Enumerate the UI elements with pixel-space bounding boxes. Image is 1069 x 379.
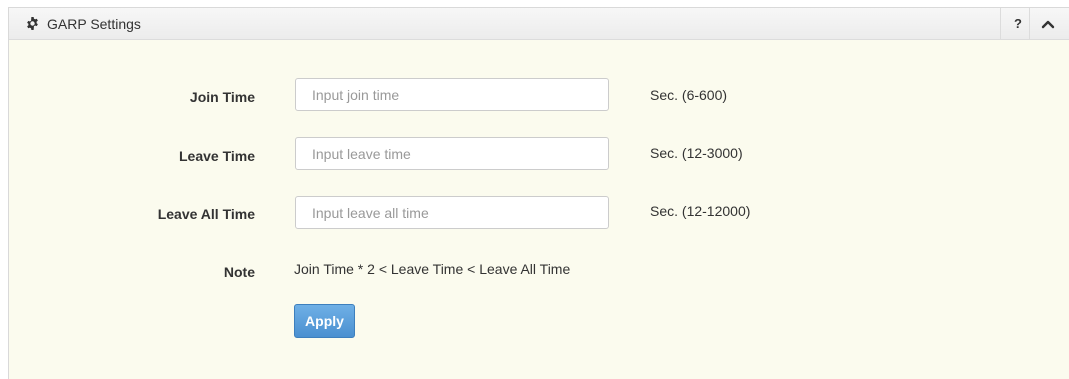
leave-all-time-range: Sec. (12-12000) — [650, 203, 751, 219]
leave-all-time-input[interactable] — [295, 196, 609, 229]
panel-header: GARP Settings ? — [9, 8, 1069, 40]
panel-title: GARP Settings — [47, 16, 141, 32]
garp-settings-panel: GARP Settings ? Join Time Sec. (6-600) L… — [8, 7, 1069, 379]
note-label: Note — [223, 264, 255, 280]
leave-time-range: Sec. (12-3000) — [650, 145, 743, 161]
join-time-input[interactable] — [295, 78, 609, 111]
header-divider — [1029, 8, 1030, 39]
help-button[interactable]: ? — [1010, 15, 1026, 33]
apply-button[interactable]: Apply — [294, 304, 355, 338]
join-time-label: Join Time — [189, 89, 255, 105]
leave-time-input[interactable] — [295, 137, 609, 170]
gear-icon — [27, 17, 38, 30]
leave-time-label: Leave Time — [178, 148, 255, 164]
header-divider — [1000, 8, 1001, 39]
leave-all-time-label: Leave All Time — [157, 206, 255, 222]
join-time-range: Sec. (6-600) — [650, 87, 728, 103]
chevron-up-icon[interactable] — [1039, 16, 1057, 32]
note-text: Join Time * 2 < Leave Time < Leave All T… — [294, 261, 571, 277]
